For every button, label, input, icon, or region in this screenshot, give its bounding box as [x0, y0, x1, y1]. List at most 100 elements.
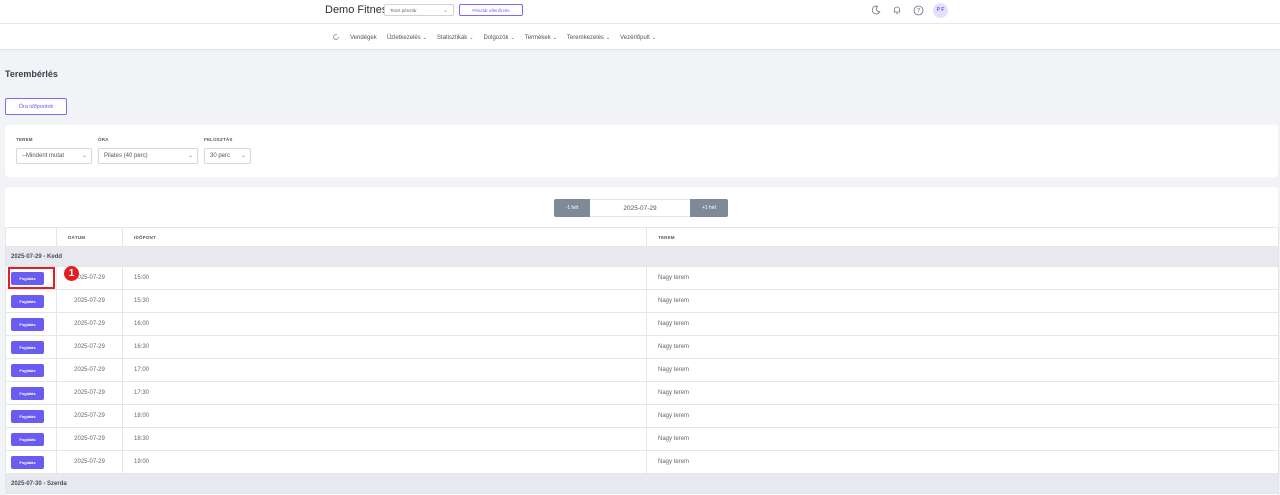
time-cell: 17:30 [122, 381, 647, 405]
help-icon[interactable]: ? [912, 4, 924, 16]
date-cell: 2025-07-29 [56, 404, 123, 428]
header-date: DÁTUM [56, 227, 123, 247]
chevron-down-icon: ⌄ [81, 153, 87, 159]
filter-card: TEREM --Mindent mutat ⌄ ÓRA Pilates (40 … [5, 125, 1278, 177]
date-cell: 2025-07-29 [56, 427, 123, 451]
room-cell: Nagy terem [646, 289, 1279, 313]
table-row: Foglalás 2025-07-29 15:30 Nagy terem [5, 289, 1279, 313]
date-cell: 2025-07-29 [56, 450, 123, 474]
svg-text:?: ? [916, 8, 920, 14]
book-button[interactable]: Foglalás [11, 363, 44, 377]
next-week-button[interactable]: +1 hét [690, 199, 728, 217]
time-cell: 16:00 [122, 312, 647, 336]
time-cell: 15:30 [122, 289, 647, 313]
week-date-input[interactable]: 2025-07-29 [590, 199, 690, 217]
chevron-down-icon: ⌄ [422, 35, 427, 41]
book-button[interactable]: Foglalás [11, 340, 44, 354]
top-bar: Demo Fitness Teszt pénztár ⌄ Pénztár ell… [0, 0, 1280, 24]
table-row: Foglalás 2025-07-29 16:00 Nagy terem [5, 312, 1279, 336]
nav-item-employees[interactable]: Dolgozók ⌄ [483, 35, 514, 41]
nav-item-rooms[interactable]: Teremkezelés ⌄ [567, 35, 610, 41]
nav-item-statistics[interactable]: Statisztikák ⌄ [437, 35, 474, 41]
schedule-card: -1 hét 2025-07-29 +1 hét DÁTUM IDŐPONT T… [5, 187, 1279, 495]
register-check-button[interactable]: Pénztár ellenőrzés [459, 4, 523, 16]
time-cell: 19:00 [122, 450, 647, 474]
time-cell: 15:00 [122, 266, 647, 290]
main-nav: Vendégek Üzletkezelés ⌄ Statisztikák ⌄ Dol… [0, 24, 1280, 50]
chevron-down-icon: ⌄ [552, 35, 557, 41]
bell-icon[interactable] [891, 4, 903, 16]
group-row: 2025-07-29 - Kedd [5, 246, 1279, 267]
book-button[interactable]: Foglalás [11, 432, 44, 446]
room-filter-select[interactable]: --Mindent mutat ⌄ [16, 148, 92, 164]
top-icons: ? P F [870, 2, 948, 18]
room-cell: Nagy terem [646, 427, 1279, 451]
group-row: 2025-07-30 - Szerda [5, 473, 1279, 494]
table-row: Foglalás 2025-07-29 18:00 Nagy terem [5, 404, 1279, 428]
week-navigator: -1 hét 2025-07-29 +1 hét [554, 199, 728, 217]
brand-name: Demo Fitness [325, 4, 393, 16]
step-marker: 1 [64, 266, 79, 281]
table-row: Foglalás 2025-07-29 15:00 Nagy terem [5, 266, 1279, 290]
prev-week-button[interactable]: -1 hét [554, 199, 590, 217]
time-cell: 18:00 [122, 404, 647, 428]
schedule-table: DÁTUM IDŐPONT TEREM 2025-07-29 - Kedd Fo… [5, 227, 1279, 494]
table-row: Foglalás 2025-07-29 17:30 Nagy terem [5, 381, 1279, 405]
room-cell: Nagy terem [646, 358, 1279, 382]
class-times-button[interactable]: Óra időpontok [5, 98, 67, 115]
chevron-down-icon: ⌄ [605, 35, 611, 41]
table-row: Foglalás 2025-07-29 19:00 Nagy terem [5, 450, 1279, 474]
highlight-box [8, 267, 55, 289]
split-filter-select[interactable]: 30 perc ⌄ [204, 148, 251, 164]
time-cell: 17:00 [122, 358, 647, 382]
table-header-row: DÁTUM IDŐPONT TEREM [5, 227, 1279, 247]
chevron-down-icon: ⌄ [187, 153, 193, 159]
table-row: Foglalás 2025-07-29 18:30 Nagy terem [5, 427, 1279, 451]
nav-item-guests[interactable]: Vendégek [350, 35, 377, 41]
room-cell: Nagy terem [646, 381, 1279, 405]
register-select-value: Teszt pénztár [390, 8, 417, 13]
moon-icon[interactable] [870, 4, 882, 16]
date-cell: 2025-07-29 [56, 312, 123, 336]
chevron-down-icon: ⌄ [442, 8, 448, 14]
room-cell: Nagy terem [646, 266, 1279, 290]
book-button[interactable]: Foglalás [11, 317, 44, 331]
chevron-down-icon: ⌄ [651, 35, 657, 41]
chevron-down-icon: ⌄ [469, 35, 474, 41]
date-cell: 2025-07-29 [56, 289, 123, 313]
book-button[interactable]: Foglalás [11, 386, 44, 400]
header-room: TEREM [646, 227, 1279, 247]
class-filter-select[interactable]: Pilates (40 perc) ⌄ [98, 148, 198, 164]
header-time: IDŐPONT [122, 227, 647, 247]
nav-item-products[interactable]: Termékek ⌄ [525, 35, 557, 41]
book-button[interactable]: Foglalás [11, 455, 44, 469]
split-filter-label: FELOSZTÁS [204, 137, 233, 142]
class-filter-value: Pilates (40 perc) [104, 153, 148, 159]
room-cell: Nagy terem [646, 404, 1279, 428]
chevron-down-icon: ⌄ [510, 35, 515, 41]
room-cell: Nagy terem [646, 335, 1279, 359]
room-cell: Nagy terem [646, 450, 1279, 474]
split-filter-value: 30 perc [210, 153, 231, 159]
date-cell: 2025-07-29 [56, 335, 123, 359]
table-row: Foglalás 2025-07-29 17:00 Nagy terem [5, 358, 1279, 382]
table-row: Foglalás 2025-07-29 16:30 Nagy terem [5, 335, 1279, 359]
room-filter-label: TEREM [16, 137, 33, 142]
register-select[interactable]: Teszt pénztár ⌄ [384, 4, 454, 16]
page-title: Terembérlés [5, 69, 58, 79]
room-filter-value: --Mindent mutat [22, 153, 65, 159]
chevron-down-icon: ⌄ [240, 153, 246, 159]
class-filter-label: ÓRA [98, 137, 109, 142]
nav-item-dashboard[interactable]: Vezérlőpult ⌄ [620, 35, 656, 41]
time-cell: 18:30 [122, 427, 647, 451]
avatar[interactable]: P F [933, 2, 948, 18]
header-action [5, 227, 57, 247]
nav-item-business[interactable]: Üzletkezelés ⌄ [387, 35, 427, 41]
date-cell: 2025-07-29 [56, 358, 123, 382]
date-cell: 2025-07-29 [56, 381, 123, 405]
time-cell: 16:30 [122, 335, 647, 359]
book-button[interactable]: Foglalás [11, 409, 44, 423]
book-button[interactable]: Foglalás [11, 294, 44, 308]
room-cell: Nagy terem [646, 312, 1279, 336]
refresh-icon[interactable] [332, 33, 340, 43]
